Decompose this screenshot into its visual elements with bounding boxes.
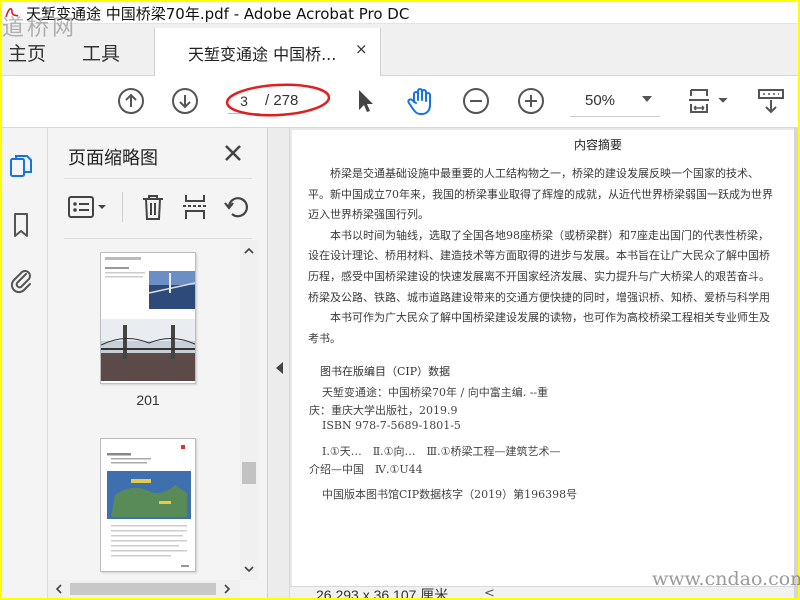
paragraph-line: 考书。 <box>308 332 341 345</box>
page-heading: 内容摘要 <box>574 138 623 152</box>
page-thumbnail-image <box>101 253 195 383</box>
toolbar-divider <box>122 192 123 222</box>
thumbnails-panel: 页面缩略图 201 <box>48 128 268 598</box>
zoom-dropdown-icon[interactable] <box>642 96 652 102</box>
tab-tools[interactable]: 工具 <box>82 39 120 66</box>
acrobat-app-icon <box>4 5 20 19</box>
zoom-in-icon <box>518 88 544 114</box>
cip-line: ISBN 978-7-5689-1801-5 <box>322 419 461 432</box>
tab-bar: 主页 工具 天堑变通途 中国桥... × <box>2 24 798 77</box>
navigation-rail <box>2 128 48 598</box>
bookmarks-button[interactable] <box>6 208 36 242</box>
arrow-up-circle-icon <box>118 88 144 114</box>
red-highlight-ellipse <box>225 83 331 117</box>
paragraph-line: 迈入世界桥梁强国行列。 <box>308 208 429 221</box>
paragraph-line: 本书以时间为轴线，选取了全国各地98座桥梁（或桥梁群）和7座走出国门的代表性桥梁… <box>308 229 769 242</box>
rotate-icon <box>224 197 248 218</box>
hand-tool-button[interactable] <box>404 84 438 118</box>
page-thumbnail[interactable] <box>100 438 196 572</box>
paragraph-line: 桥梁及公路、铁路、城市道路建设带来的交通方便快捷的同时，增强识桥、知桥、爱桥与科… <box>308 291 770 304</box>
thumbnail-list: 201 <box>48 240 240 580</box>
scroll-left-icon[interactable] <box>54 584 64 594</box>
cip-line: Ⅰ.①天… Ⅱ.①向… Ⅲ.①桥梁工程—建筑艺术— <box>322 445 561 458</box>
zoom-level[interactable]: 50% <box>585 92 615 109</box>
cip-line: 庆：重庆大学出版社，2019.9 <box>309 404 458 417</box>
scroll-mode-icon <box>758 89 784 114</box>
page-split-icon <box>183 195 207 219</box>
page-thumbnails-button[interactable] <box>6 150 36 184</box>
paragraph-line: 平。新中国成立70年来，我国的桥梁事业取得了辉煌的成就，从近代世界桥梁弱国一跃成… <box>308 188 773 201</box>
paragraph-line: 桥梁是交通基础设施中最重要的人工结构物之一，桥梁的建设发展反映一个国家的技术、 <box>308 167 759 180</box>
trash-icon <box>143 195 163 220</box>
pointer-arrow-icon <box>359 90 373 112</box>
page-display-button[interactable] <box>686 84 732 118</box>
thumbnail-vertical-scrollbar[interactable] <box>240 240 258 580</box>
zoom-underline <box>570 116 660 117</box>
acrobat-window: 天堑变通途 中国桥梁70年.pdf - Adobe Acrobat Pro DC… <box>2 2 798 598</box>
tab-home[interactable]: 主页 <box>8 39 46 66</box>
tab-document-label: 天堑变通途 中国桥... <box>188 45 337 64</box>
previous-page-button[interactable] <box>114 84 148 118</box>
scroll-right-icon[interactable] <box>222 584 232 594</box>
thumbnail-options-button[interactable] <box>66 190 112 224</box>
rotate-page-button[interactable] <box>220 190 254 224</box>
document-view[interactable]: 内容摘要 桥梁是交通基础设施中最重要的人工结构物之一，桥梁的建设发展反映一个国家… <box>290 128 798 598</box>
cip-line: 天堑变通途：中国桥梁70年 / 向中富主编. --重 <box>322 386 549 399</box>
cip-line: 介绍—中国 Ⅳ.①U44 <box>309 463 423 476</box>
page-dimensions: 26.293 x 36.107 厘米 <box>316 587 449 598</box>
title-bar: 天堑变通途 中国桥梁70年.pdf - Adobe Acrobat Pro DC <box>2 2 798 24</box>
scroll-up-icon[interactable] <box>244 246 254 256</box>
hand-icon <box>407 88 431 115</box>
tab-document[interactable]: 天堑变通途 中国桥... × <box>154 28 381 77</box>
select-tool-button[interactable] <box>348 84 382 118</box>
fit-page-icon <box>689 89 728 113</box>
panel-close-icon[interactable] <box>222 142 244 164</box>
page-thumbnail-label: 201 <box>136 392 160 408</box>
tab-close-icon[interactable]: × <box>355 40 368 58</box>
next-page-button[interactable] <box>168 84 202 118</box>
extract-pages-button[interactable] <box>178 190 212 224</box>
scroll-down-icon[interactable] <box>244 564 254 574</box>
bookmark-icon <box>14 213 28 237</box>
arrow-down-circle-icon <box>172 88 198 114</box>
paragraph-line: 历程，感受中国桥梁建设的快速发展离不开国家经济发展、实力提升与广大桥梁人的艰苦奋… <box>308 270 770 283</box>
zoom-out-button[interactable] <box>459 84 493 118</box>
watermark-bottom: www.cndao.com <box>652 568 800 590</box>
thumbnail-horizontal-scrollbar[interactable] <box>48 580 240 598</box>
panel-collapse-strip[interactable] <box>268 128 290 598</box>
options-menu-icon <box>68 196 106 218</box>
zoom-in-button[interactable] <box>514 84 548 118</box>
paragraph-line: 本书可作为广大民众了解中国桥梁建设发展的读物，也可作为高校桥梁工程相关专业师生及 <box>308 311 770 324</box>
scrollbar-thumb[interactable] <box>70 583 216 595</box>
collapse-panel-icon[interactable] <box>276 362 283 374</box>
toolbar: / 278 50% <box>2 76 798 128</box>
page-thumbnails-icon <box>10 155 32 177</box>
cip-line: 中国版本图书馆CIP数据核字（2019）第196398号 <box>322 488 578 501</box>
cip-title: 图书在版编目（CIP）数据 <box>320 365 451 378</box>
attachments-button[interactable] <box>6 262 36 296</box>
paragraph-line: 设在设计理论、桥用材料、建造技术等方面取得的进步与发展。本书旨在让广大民众了解中… <box>308 249 770 262</box>
document-vertical-scrollbar[interactable] <box>794 128 798 598</box>
panel-title: 页面缩略图 <box>68 148 158 169</box>
attachment-icon <box>10 270 31 294</box>
scrollbar-thumb[interactable] <box>242 462 256 484</box>
panel-divider <box>64 178 252 179</box>
scroll-left-icon[interactable]: < <box>484 586 495 598</box>
delete-page-button[interactable] <box>136 190 170 224</box>
scroll-mode-button[interactable] <box>754 84 788 118</box>
panel-divider <box>64 238 252 239</box>
window-title: 天堑变通途 中国桥梁70年.pdf - Adobe Acrobat Pro DC <box>26 5 410 23</box>
page-thumbnail-image <box>101 439 195 571</box>
page-thumbnail[interactable] <box>100 252 196 384</box>
pdf-page: 内容摘要 桥梁是交通基础设施中最重要的人工结构物之一，桥梁的建设发展反映一个国家… <box>292 130 798 586</box>
zoom-out-icon <box>463 88 489 114</box>
